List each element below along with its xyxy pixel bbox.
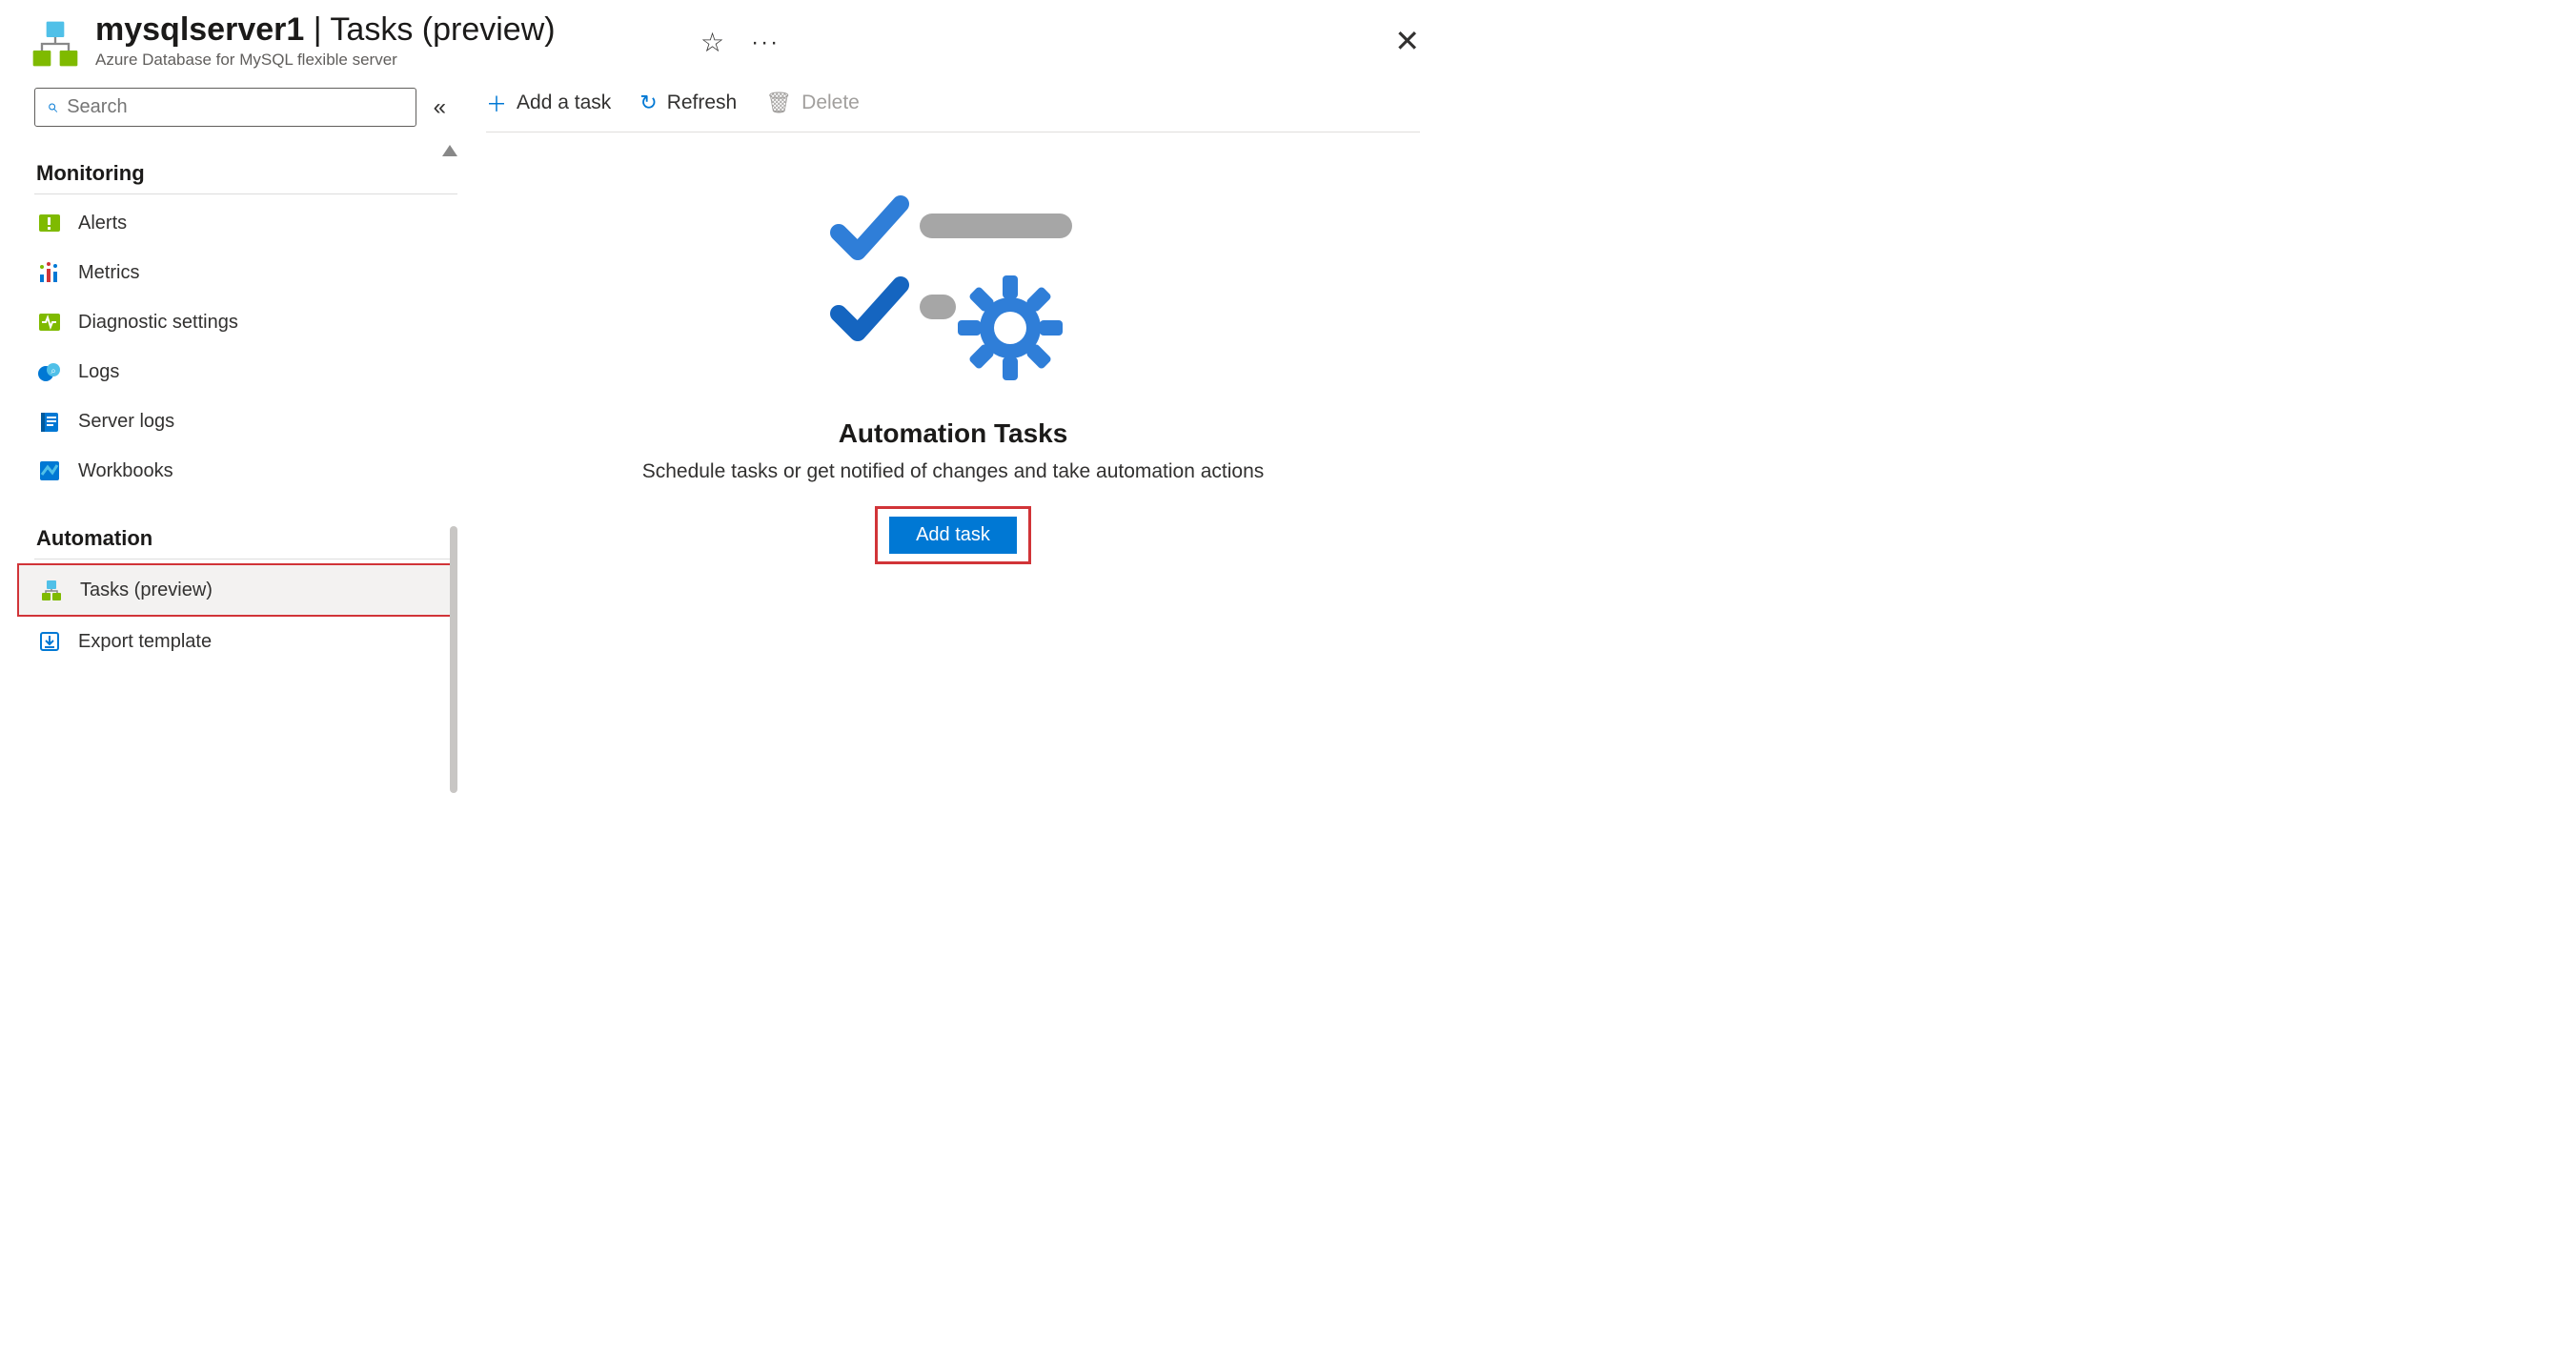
svg-text:⌕: ⌕ xyxy=(51,366,56,376)
sidebar-item-server-logs[interactable]: Server logs xyxy=(34,397,457,446)
nav-label: Alerts xyxy=(78,213,127,234)
nav-label: Diagnostic settings xyxy=(78,312,238,334)
button-label: Refresh xyxy=(667,92,738,114)
tasks-icon xyxy=(40,579,63,601)
refresh-icon: ↻ xyxy=(639,91,657,115)
delete-button: 🗑 Delete xyxy=(765,91,860,115)
nav-label: Export template xyxy=(78,631,212,653)
scrollbar-thumb[interactable] xyxy=(450,526,457,793)
toolbar: ＋ Add a task ↻ Refresh 🗑 Delete xyxy=(486,88,1420,132)
automation-tasks-illustration xyxy=(820,180,1086,390)
trash-icon: 🗑 xyxy=(765,91,792,115)
refresh-button[interactable]: ↻ Refresh xyxy=(639,91,737,115)
more-actions-icon[interactable]: ··· xyxy=(751,30,780,56)
sidebar-item-export-template[interactable]: Export template xyxy=(34,617,457,666)
alerts-icon xyxy=(38,212,61,234)
page-header: mysqlserver1 | Tasks (preview) Azure Dat… xyxy=(0,0,1449,78)
button-label: Add a task xyxy=(517,92,611,114)
collapse-sidebar-icon[interactable]: « xyxy=(434,94,446,121)
main-content: ＋ Add a task ↻ Refresh 🗑 Delete xyxy=(457,78,1449,687)
sidebar-item-metrics[interactable]: Metrics xyxy=(34,248,457,297)
plus-icon: ＋ xyxy=(486,88,507,118)
logs-icon: ⌕ xyxy=(38,360,61,383)
nav-label: Logs xyxy=(78,361,119,383)
nav-label: Server logs xyxy=(78,411,174,433)
sidebar-item-alerts[interactable]: Alerts xyxy=(34,198,457,248)
search-input-wrapper[interactable]: ⌕ xyxy=(34,88,416,127)
sidebar: ⌕ « Monitoring Alerts Metrics xyxy=(0,78,457,687)
empty-state-title: Automation Tasks xyxy=(839,418,1068,449)
add-task-toolbar-button[interactable]: ＋ Add a task xyxy=(486,88,611,118)
resource-type-icon xyxy=(29,17,82,71)
nav-section-automation: Automation xyxy=(34,517,457,559)
diagnostic-icon xyxy=(38,311,61,334)
close-icon[interactable]: ✕ xyxy=(1394,23,1420,59)
add-task-button[interactable]: Add task xyxy=(889,517,1017,554)
search-icon: ⌕ xyxy=(47,96,57,118)
sidebar-item-logs[interactable]: ⌕ Logs xyxy=(34,347,457,397)
button-label: Delete xyxy=(801,92,860,114)
empty-state: Automation Tasks Schedule tasks or get n… xyxy=(486,180,1420,564)
sidebar-item-workbooks[interactable]: Workbooks xyxy=(34,446,457,496)
favorite-icon[interactable]: ☆ xyxy=(700,27,724,58)
add-task-highlight: Add task xyxy=(875,506,1031,564)
search-input[interactable] xyxy=(67,96,403,118)
page-title: mysqlserver1 | Tasks (preview) xyxy=(95,11,556,49)
export-icon xyxy=(38,630,61,653)
metrics-icon xyxy=(38,261,61,284)
nav-label: Workbooks xyxy=(78,460,173,482)
workbooks-icon xyxy=(38,459,61,482)
nav-label: Tasks (preview) xyxy=(80,580,213,601)
scroll-up-indicator[interactable] xyxy=(442,145,457,156)
sidebar-item-tasks[interactable]: Tasks (preview) xyxy=(17,563,457,617)
server-logs-icon xyxy=(38,410,61,433)
nav-label: Metrics xyxy=(78,262,139,284)
resource-type-label: Azure Database for MySQL flexible server xyxy=(95,51,556,70)
nav-section-monitoring: Monitoring xyxy=(34,152,457,194)
sidebar-item-diagnostic-settings[interactable]: Diagnostic settings xyxy=(34,297,457,347)
empty-state-description: Schedule tasks or get notified of change… xyxy=(642,460,1265,483)
